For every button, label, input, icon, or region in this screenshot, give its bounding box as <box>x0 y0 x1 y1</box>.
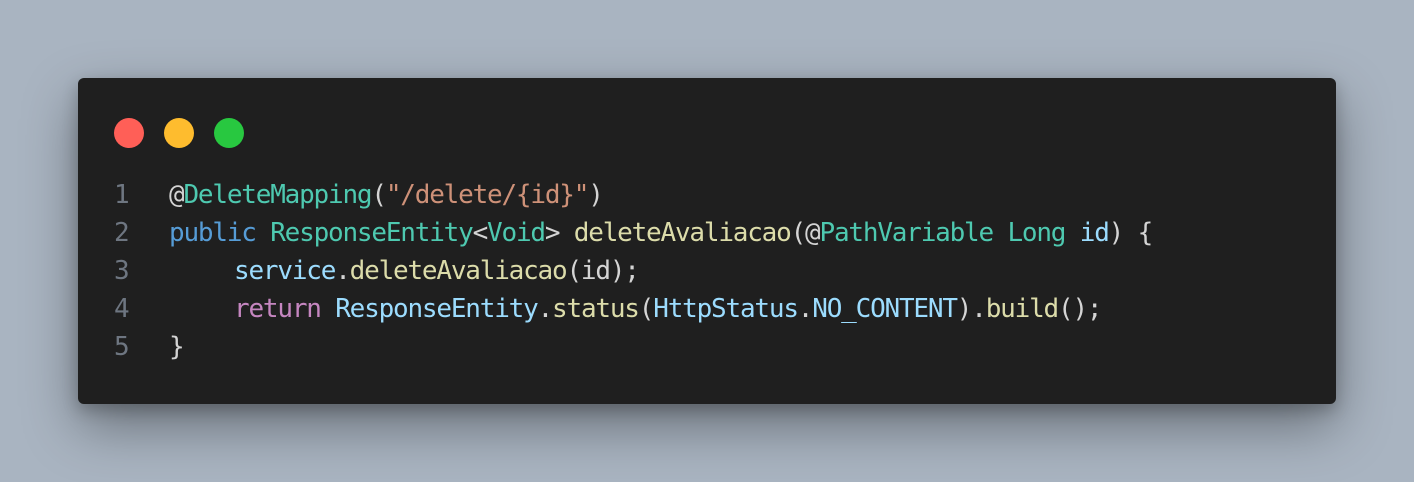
code-text: @DeleteMapping("/delete/{id}") <box>169 176 604 214</box>
code-token: status <box>552 294 640 324</box>
code-line: 1 @DeleteMapping("/delete/{id}") <box>114 176 1152 214</box>
code-token: @ <box>169 180 185 210</box>
code-token: ) { <box>1108 218 1154 248</box>
code-token: id <box>1079 218 1110 248</box>
code-line: 5} <box>114 328 1152 366</box>
close-dot-icon[interactable] <box>114 118 144 148</box>
code-text: service.deleteAvaliacao(id); <box>169 252 640 290</box>
code-token: ). <box>956 294 987 324</box>
code-token: deleteAvaliacao <box>573 218 792 248</box>
line-number: 2 <box>114 218 130 248</box>
code-token: "/delete/{id}" <box>385 180 590 210</box>
code-text: public ResponseEntity<Void> deleteAvalia… <box>169 214 1154 252</box>
code-token: Long <box>1007 218 1066 248</box>
code-token: (id); <box>566 256 639 286</box>
code-token: ResponseEntity <box>335 294 539 324</box>
code-token: ) <box>588 180 604 210</box>
line-number: 5 <box>114 332 130 362</box>
code-text: } <box>169 328 185 366</box>
code-token: . <box>797 294 814 324</box>
code-token: HttpStatus <box>653 294 799 324</box>
code-line: 3 service.deleteAvaliacao(id); <box>114 252 1152 290</box>
code-line: 4 return ResponseEntity.status(HttpStatus… <box>114 290 1152 328</box>
code-token: public <box>169 218 257 248</box>
code-block: 1 @DeleteMapping("/delete/{id}") 2 public R… <box>114 176 1154 366</box>
code-line: 2 public ResponseEntity<Void> deleteAvali… <box>114 214 1154 252</box>
code-token: (); <box>1058 294 1103 324</box>
code-window: 1 @DeleteMapping("/delete/{id}") 2 public R… <box>78 78 1336 404</box>
code-token: . <box>335 256 351 286</box>
line-number: 3 <box>114 256 130 286</box>
code-token: ResponseEntity <box>270 218 474 248</box>
code-token: Void <box>487 218 546 248</box>
code-text: return ResponseEntity.status(HttpStatus.… <box>169 290 1103 328</box>
code-token: } <box>169 332 185 362</box>
code-token: < <box>472 218 489 248</box>
code-token: deleteAvaliacao <box>349 256 568 286</box>
code-token: NO_CONTENT <box>812 294 958 324</box>
line-number: 1 <box>114 180 130 210</box>
code-token: > <box>544 218 574 248</box>
code-token: DeleteMapping <box>183 180 372 210</box>
code-token: PathVariable <box>819 218 995 248</box>
minimize-dot-icon[interactable] <box>164 118 194 148</box>
code-token: (@ <box>790 218 821 248</box>
maximize-dot-icon[interactable] <box>214 118 244 148</box>
code-token: ( <box>638 294 655 324</box>
code-token: return <box>234 294 322 324</box>
code-token: build <box>985 294 1059 324</box>
line-number: 4 <box>114 294 130 324</box>
code-token: ( <box>371 180 387 210</box>
code-token: . <box>537 294 554 324</box>
code-token: service <box>234 256 336 286</box>
